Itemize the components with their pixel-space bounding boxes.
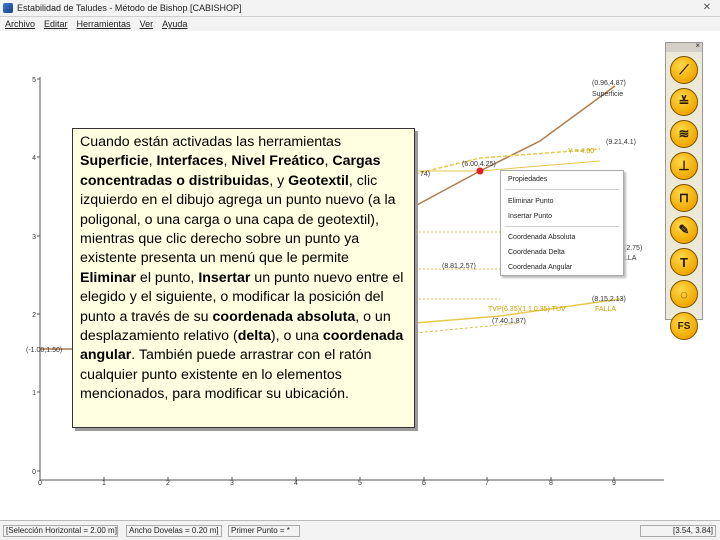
y-tick-label: 1 <box>32 390 36 397</box>
menu-archivo[interactable]: Archivo <box>5 19 35 29</box>
y-tick-label: 2 <box>32 312 36 319</box>
menu-editar[interactable]: Editar <box>44 19 68 29</box>
app-icon <box>3 3 13 13</box>
point-label: 74) <box>420 171 430 178</box>
circle-search-icon[interactable]: ◌ <box>670 280 698 308</box>
x-tick-label: 2 <box>166 480 170 487</box>
selected-point[interactable] <box>476 167 484 175</box>
y-tick-label: 4 <box>32 155 36 162</box>
tooltip-keyword: Eliminar <box>80 269 136 286</box>
menu-separator <box>505 226 619 227</box>
menu-item-delete-point[interactable]: Eliminar Punto <box>508 198 554 205</box>
point-label: (-1.00,1.50) <box>26 347 62 354</box>
menu-item-properties[interactable]: Propiedades <box>508 176 547 183</box>
x-tick-label: 3 <box>230 480 234 487</box>
tooltip-keyword: Interfaces <box>156 153 224 170</box>
y-tick-label: 5 <box>32 77 36 84</box>
point-label: Y = 4.00 <box>568 148 594 155</box>
text-icon[interactable]: T <box>670 248 698 276</box>
status-point: Primer Punto = * <box>228 525 300 537</box>
tooltip-text: , <box>148 153 157 170</box>
point-label: (8.81,2.57) <box>442 263 476 270</box>
tooltip-text: el punto, <box>135 269 199 286</box>
point-label: (6.00,4.25) <box>462 161 496 168</box>
tooltip-keyword: Superficie <box>80 153 149 170</box>
menu-item-delta-coord[interactable]: Coordenada Delta <box>508 249 565 256</box>
point-label: (9.21,4.1) <box>606 139 636 146</box>
help-tooltip: Cuando están activadas las herramientas … <box>72 128 415 428</box>
y-tick-labels: 5 4 3 2 1 0 <box>32 77 40 476</box>
tooltip-text: Cuando están activadas las herramientas <box>80 134 342 150</box>
interfaces-icon[interactable]: ≚ <box>670 88 698 116</box>
x-tick-label: 1 <box>102 480 106 487</box>
x-tick-label: 6 <box>422 480 426 487</box>
point-label: (0.96,4.87) <box>592 80 626 87</box>
safety-factor-icon[interactable]: FS <box>670 312 698 340</box>
x-tick-labels: 0 1 2 3 4 5 6 7 8 9 10 <box>38 477 616 487</box>
tools-palette: × ⟋ ≚ ≋ ⊥ ⊓ ✎ T ◌ FS <box>665 41 703 340</box>
x-tick-label: 7 <box>485 480 489 487</box>
menu-herramientas[interactable]: Herramientas <box>77 19 131 29</box>
status-coords: [3.54, 3.84] <box>640 525 716 537</box>
tooltip-keyword: Geotextil <box>288 172 349 189</box>
y-tick-label: 3 <box>32 234 36 241</box>
tooltip-keyword: Insertar <box>198 269 251 286</box>
x-tick-label: 4 <box>294 480 298 487</box>
point-label: (2.75) <box>624 245 642 252</box>
point-label: (7.40,1.87) <box>492 318 526 325</box>
tooltip-keyword: coordenada absoluta <box>212 308 356 325</box>
point-label: TVP(6.35)(1.1,0.35) TUV <box>488 306 566 313</box>
tooltip-keyword: Nivel Freático <box>231 153 325 170</box>
menu-item-absolute-coord[interactable]: Coordenada Absoluta <box>508 234 575 241</box>
menu-ayuda[interactable]: Ayuda <box>162 19 187 29</box>
surface-line-icon[interactable]: ⟋ <box>670 56 698 84</box>
status-selection: [Selección Horizontal = 2.00 m] <box>3 525 118 537</box>
menu-item-angular-coord[interactable]: Coordenada Angular <box>508 264 572 271</box>
concentrated-load-icon[interactable]: ⊥ <box>670 152 698 180</box>
status-slice-width: Ancho Dovelas = 0.20 m] <box>126 525 222 537</box>
point-label: LLA <box>624 255 637 262</box>
point-label: (8.15,2.13) <box>592 296 626 303</box>
palette-header: × <box>666 41 702 52</box>
water-table-icon[interactable]: ≋ <box>670 120 698 148</box>
y-tick-label: 0 <box>32 469 36 476</box>
point-label: FALLA <box>595 306 616 313</box>
menu-separator <box>505 189 619 190</box>
menu-ver[interactable]: Ver <box>140 19 154 29</box>
window-title: Estabilidad de Taludes - Método de Bisho… <box>17 3 242 13</box>
menu-item-insert-point[interactable]: Insertar Punto <box>508 213 552 220</box>
close-icon[interactable]: × <box>695 41 700 50</box>
title-bar: Estabilidad de Taludes - Método de Bisho… <box>0 0 720 17</box>
tooltip-text: , y <box>269 172 289 189</box>
menu-bar: Archivo Editar Herramientas Ver Ayuda <box>0 17 720 31</box>
status-bar: [Selección Horizontal = 2.00 m] Ancho Do… <box>0 520 720 540</box>
close-icon[interactable]: ✕ <box>697 2 717 14</box>
x-tick-label: 0 <box>38 480 42 487</box>
point-label: Superficie <box>592 91 623 98</box>
context-menu: Propiedades Eliminar Punto Insertar Punt… <box>500 170 624 276</box>
geotextile-icon[interactable]: ✎ <box>670 216 698 244</box>
tooltip-keyword: delta <box>237 328 271 345</box>
distributed-load-icon[interactable]: ⊓ <box>670 184 698 212</box>
x-tick-label: 8 <box>549 480 553 487</box>
tooltip-text: ), o una <box>270 328 323 345</box>
x-tick-label: 5 <box>358 480 362 487</box>
x-tick-label: 9 <box>612 480 616 487</box>
